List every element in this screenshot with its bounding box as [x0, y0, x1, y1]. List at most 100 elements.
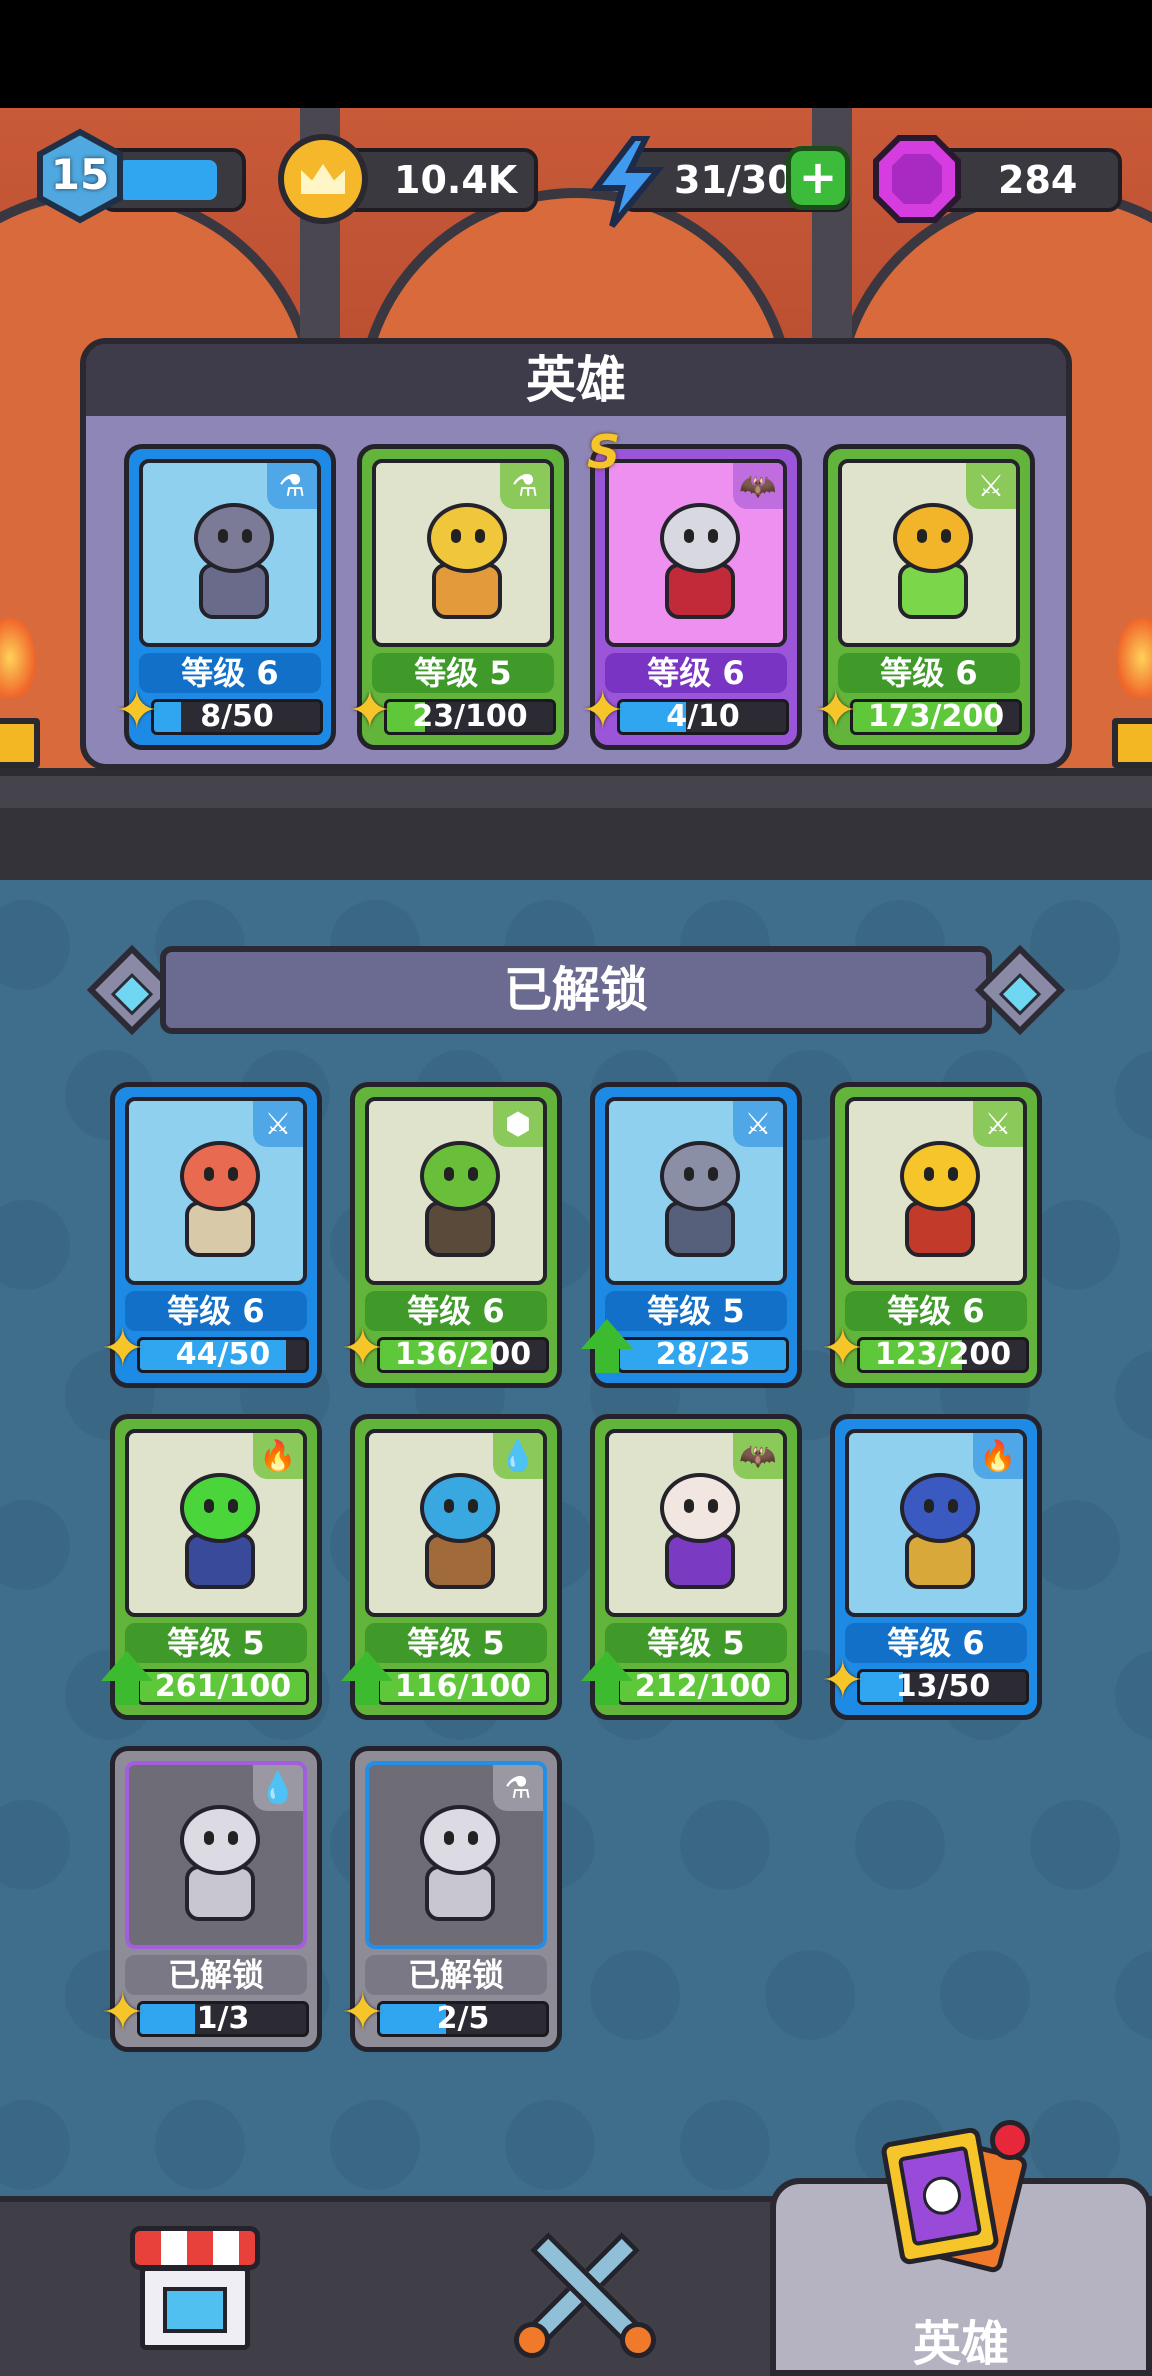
shard-progress-bar: 261/100 — [137, 1669, 309, 1705]
water-drop-icon: 💧 — [253, 1765, 303, 1811]
shard-progress-text: 123/200 — [874, 1337, 1012, 1372]
puzzle-piece-icon: ✦ — [101, 1983, 145, 2043]
shard-progress-text: 261/100 — [154, 1669, 292, 1704]
locked-hero-silhouette — [160, 1795, 280, 1925]
hero-avatar — [640, 1131, 760, 1261]
hero-card[interactable]: ⚔ 等级 6 123/200 ✦ — [821, 1082, 1042, 1388]
shard-progress-text: 212/100 — [634, 1669, 772, 1704]
hero-card[interactable]: 🦇 等级 6 4/10 ✦ S — [581, 425, 802, 750]
background-pattern — [0, 1200, 70, 1290]
fire-icon: 🔥 — [973, 1433, 1023, 1479]
tab-heroes[interactable]: 英雄 — [770, 2120, 1152, 2376]
hero-card[interactable]: ⚔ 等级 6 173/200 ✦ — [814, 444, 1035, 750]
background-pattern — [505, 2100, 595, 2190]
potion-icon: ⚗ — [267, 463, 317, 509]
energy-value: 31/30 — [674, 158, 794, 202]
lightning-icon — [586, 135, 666, 228]
background-pattern — [765, 1950, 855, 2040]
hero-avatar — [174, 493, 294, 623]
shard-progress-text: 4/10 — [666, 699, 740, 734]
background-pattern — [940, 1950, 1030, 2040]
bat-icon: 🦇 — [733, 463, 783, 509]
shard-progress-bar: 212/100 — [617, 1669, 789, 1705]
shard-progress-text: 173/200 — [867, 699, 1005, 734]
background-pattern — [855, 1800, 945, 1890]
hero-avatar — [880, 1131, 1000, 1261]
background-pattern — [1115, 1350, 1152, 1440]
background-pattern — [1115, 1050, 1152, 1140]
sword-icon: ⚔ — [973, 1101, 1023, 1147]
background-pattern — [1030, 1200, 1120, 1290]
hero-avatar — [640, 493, 760, 623]
puzzle-piece-icon: ✦ — [115, 681, 159, 741]
locked-hero-silhouette — [400, 1795, 520, 1925]
hero-avatar — [400, 1463, 520, 1593]
hero-card[interactable]: 💧 等级 5 116/100 — [341, 1414, 562, 1720]
background-pattern — [1115, 1650, 1152, 1740]
shard-progress-bar: 23/100 — [384, 699, 556, 735]
shard-progress-bar: 1/3 — [137, 2001, 309, 2037]
gems-value: 284 — [998, 158, 1078, 202]
shop-icon — [130, 2226, 260, 2350]
water-drop-icon: 💧 — [493, 1433, 543, 1479]
hero-avatar — [873, 493, 993, 623]
background-pattern — [155, 2100, 245, 2190]
shard-progress-bar: 136/200 — [377, 1337, 549, 1373]
shard-progress-bar: 2/5 — [377, 2001, 549, 2037]
background-pattern — [330, 2100, 420, 2190]
puzzle-piece-icon: ✦ — [821, 1319, 865, 1379]
hero-card[interactable]: ⚗ 等级 5 23/100 ✦ — [348, 444, 569, 750]
background-pattern — [0, 1500, 70, 1590]
shard-progress-bar: 44/50 — [137, 1337, 309, 1373]
hero-cards-icon — [879, 2120, 1030, 2275]
hero-card[interactable]: ⬢ 等级 6 136/200 ✦ — [341, 1082, 562, 1388]
puzzle-piece-icon: ✦ — [341, 1983, 385, 2043]
puzzle-piece-icon: ✦ — [341, 1319, 385, 1379]
background-pattern — [1030, 1500, 1120, 1590]
tab-shop[interactable] — [60, 2202, 340, 2376]
background-pattern — [590, 1950, 680, 2040]
hero-card[interactable]: 🔥 等级 6 13/50 ✦ — [821, 1414, 1042, 1720]
sword-icon: ⚔ — [966, 463, 1016, 509]
potion-icon: ⚗ — [493, 1765, 543, 1811]
hero-avatar — [160, 1463, 280, 1593]
shard-progress-text: 116/100 — [394, 1669, 532, 1704]
purple-gem-icon — [872, 134, 962, 224]
hero-card[interactable]: ⚗ 已解锁 2/5 ✦ — [341, 1746, 562, 2052]
tab-battle[interactable] — [450, 2202, 730, 2376]
hero-avatar — [407, 493, 527, 623]
crown-coin-icon — [278, 134, 368, 224]
background-pattern — [0, 900, 70, 990]
upgrade-arrow-icon — [581, 1319, 633, 1375]
background-pattern — [1030, 2100, 1120, 2190]
status-bar-area — [0, 0, 1152, 108]
shard-progress-text: 28/25 — [655, 1337, 751, 1372]
hero-card[interactable]: ⚗ 等级 6 8/50 ✦ — [115, 444, 336, 750]
hero-card[interactable]: ⚔ 等级 5 28/25 — [581, 1082, 802, 1388]
shard-progress-bar: 8/50 — [151, 699, 323, 735]
coins-value: 10.4K — [394, 158, 518, 202]
background-pattern — [680, 1800, 770, 1890]
player-level-badge[interactable]: 15 — [34, 128, 126, 224]
puzzle-piece-icon: ✦ — [348, 681, 392, 741]
shard-progress-bar: 28/25 — [617, 1337, 789, 1373]
hero-avatar — [640, 1463, 760, 1593]
player-level-fill — [118, 160, 217, 200]
puzzle-piece-icon: ✦ — [814, 681, 858, 741]
hero-avatar — [880, 1463, 1000, 1593]
hero-card[interactable]: 🦇 等级 5 212/100 — [581, 1414, 802, 1720]
hero-card[interactable]: 💧 已解锁 1/3 ✦ — [101, 1746, 322, 2052]
hero-card[interactable]: 🔥 等级 5 261/100 — [101, 1414, 322, 1720]
shard-progress-text: 8/50 — [200, 699, 274, 734]
shard-progress-text: 1/3 — [196, 2001, 250, 2036]
background-pattern — [0, 2100, 70, 2190]
hero-avatar — [400, 1131, 520, 1261]
hero-card[interactable]: ⚔ 等级 6 44/50 ✦ — [101, 1082, 322, 1388]
background-pattern — [680, 2100, 770, 2190]
shard-progress-text: 23/100 — [412, 699, 528, 734]
background-pattern — [0, 1800, 70, 1890]
shard-progress-text: 44/50 — [175, 1337, 271, 1372]
add-energy-button[interactable]: + — [786, 146, 850, 210]
puzzle-piece-icon: ✦ — [581, 681, 625, 741]
shard-progress-text: 13/50 — [895, 1669, 991, 1704]
